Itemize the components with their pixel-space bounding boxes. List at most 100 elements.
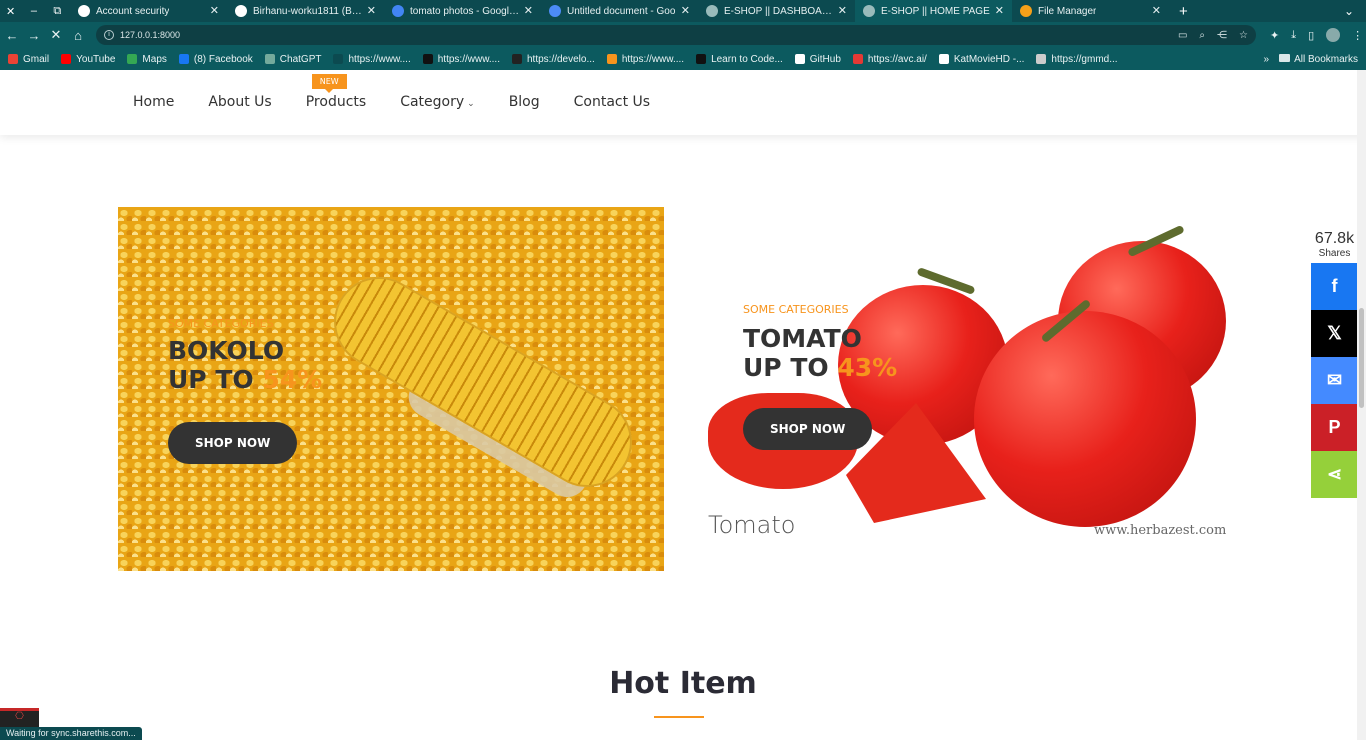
nav-blog[interactable]: Blog: [509, 94, 540, 110]
tomato-percent: 43%: [837, 353, 898, 382]
bookmark-label: KatMovieHD -...: [953, 53, 1025, 65]
bookmark-label: https://avc.ai/: [867, 53, 927, 65]
close-tab-icon[interactable]: ✕: [524, 4, 533, 17]
nav-home[interactable]: Home: [133, 94, 174, 110]
tomato-shop-now-button[interactable]: SHOP NOW: [743, 408, 873, 450]
section-title: Hot Item: [609, 666, 757, 701]
close-tab-icon[interactable]: ✕: [838, 4, 847, 17]
bookmark-favicon-icon: [1036, 54, 1047, 64]
close-tab-icon[interactable]: ✕: [1152, 4, 1161, 17]
back-icon[interactable]: ←: [2, 28, 22, 43]
tomato-banner-text: SOME CATEGORIES TOMATO UP TO 43% SHOP NO…: [743, 303, 897, 450]
tomato-title: TOMATO: [743, 324, 862, 353]
sharethis-share-button[interactable]: ⋖: [1311, 451, 1358, 498]
close-tab-icon[interactable]: ✕: [995, 4, 1004, 17]
bookmark-item[interactable]: YouTube: [61, 54, 115, 65]
nav-blog-label: Blog: [508, 94, 540, 110]
tomato-image-caption: Tomato: [708, 511, 796, 539]
close-window-icon[interactable]: ✕: [6, 5, 15, 18]
close-tab-icon[interactable]: ✕: [681, 4, 690, 17]
main-navigation: Home About Us NEW Products Category ⌄ Blo…: [133, 74, 650, 110]
bookmark-item[interactable]: https://develo...: [511, 54, 595, 65]
close-tab-icon[interactable]: ✕: [210, 4, 219, 17]
tomato-banner: SOME CATEGORIES TOMATO UP TO 43% SHOP NO…: [706, 207, 1230, 547]
browser-tab[interactable]: E-SHOP || HOME PAGE ✕: [855, 0, 1012, 22]
messenger-share-button[interactable]: ✉: [1311, 357, 1358, 404]
browser-menu-icon[interactable]: ⋮: [1352, 29, 1363, 42]
bookmark-item[interactable]: https://www....: [422, 54, 500, 65]
corn-title: BOKOLO: [168, 336, 285, 365]
nav-products-label: Products: [305, 94, 367, 110]
bookmark-item[interactable]: https://www....: [606, 54, 684, 65]
tab-search-icon[interactable]: ⌄: [1344, 4, 1366, 18]
nav-category-label: Category: [400, 94, 465, 110]
stop-loading-icon[interactable]: ✕: [46, 27, 66, 43]
status-bar: Waiting for sync.sharethis.com...: [0, 727, 142, 740]
zoom-icon[interactable]: ⌕: [1199, 30, 1205, 41]
globe-icon: [863, 5, 875, 17]
site-info-icon[interactable]: i: [104, 30, 114, 40]
x-share-button[interactable]: 𝕏: [1311, 310, 1358, 357]
bookmark-label: Learn to Code...: [711, 53, 783, 65]
address-bar[interactable]: i 127.0.0.1:8000 ▭ ⌕ ⋲ ☆: [96, 25, 1256, 45]
bookmark-item[interactable]: https://avc.ai/: [852, 53, 927, 65]
nav-contact-us[interactable]: Contact Us: [574, 94, 650, 110]
browser-tab[interactable]: Untitled document - Goo ✕: [541, 0, 698, 22]
bookmark-item[interactable]: ChatGPT: [264, 53, 322, 65]
bookmark-item[interactable]: GitHub: [794, 54, 841, 65]
forward-icon[interactable]: →: [24, 28, 44, 43]
bookmark-item[interactable]: https://gmmd...: [1036, 54, 1118, 65]
corn-subtitle: SOME CATEGORIES: [168, 317, 274, 330]
nav-about-label: About Us: [208, 94, 272, 110]
window-controls: ✕ – ⧉: [0, 5, 70, 18]
facebook-share-button[interactable]: f: [1311, 263, 1358, 310]
bookmark-item[interactable]: Learn to Code...: [696, 54, 783, 65]
new-tab-button[interactable]: +: [1169, 3, 1198, 20]
bookmark-item[interactable]: https://www....: [333, 54, 411, 65]
bookmark-item[interactable]: Maps: [127, 54, 167, 65]
pinterest-share-button[interactable]: P: [1311, 404, 1358, 451]
minimize-window-icon[interactable]: –: [29, 5, 38, 17]
browser-tab[interactable]: Birhanu-worku1811 (Birh ✕: [227, 0, 384, 22]
share-bar: 67.8k Shares f 𝕏 ✉ P ⋖: [1311, 230, 1358, 498]
tab-title: Birhanu-worku1811 (Birh: [253, 5, 362, 17]
browser-tab[interactable]: E-SHOP || DASHBOARD ✕: [698, 0, 855, 22]
docs-icon: [549, 5, 561, 17]
section-title-underline: [654, 716, 704, 718]
messenger-icon: ✉: [1326, 370, 1343, 390]
share-page-icon[interactable]: ⋲: [1217, 30, 1227, 41]
all-bookmarks-button[interactable]: All Bookmarks: [1279, 53, 1358, 65]
globe-icon: [706, 5, 718, 17]
close-tab-icon[interactable]: ✕: [367, 4, 376, 17]
bookmark-favicon-icon: [127, 54, 138, 64]
bookmark-star-icon[interactable]: ☆: [1239, 30, 1248, 41]
home-icon[interactable]: ⌂: [68, 28, 88, 43]
bookmark-label: ChatGPT: [279, 53, 322, 65]
corn-shop-now-button[interactable]: SHOP NOW: [168, 422, 298, 464]
restore-window-icon[interactable]: ⧉: [53, 5, 62, 18]
side-panel-icon[interactable]: ▯: [1308, 29, 1314, 42]
tab-title: Account security: [96, 5, 170, 17]
nav-about-us[interactable]: About Us: [208, 94, 271, 110]
bookmark-item[interactable]: KatMovieHD -...: [938, 53, 1025, 65]
google-icon: [392, 5, 404, 17]
corn-banner: SOME CATEGORIES BOKOLO UP TO 54% SHOP NO…: [118, 207, 664, 571]
profile-avatar[interactable]: [1326, 28, 1341, 42]
site-header: Home About Us NEW Products Category ⌄ Blo…: [0, 70, 1366, 135]
nav-category[interactable]: Category ⌄: [400, 94, 475, 110]
bookmark-item[interactable]: (8) Facebook: [178, 54, 253, 65]
page-scrollbar[interactable]: [1357, 70, 1366, 740]
more-bookmarks-icon[interactable]: »: [1264, 54, 1270, 65]
browser-tab[interactable]: tomato photos - Google S ✕: [384, 0, 541, 22]
extensions-icon[interactable]: ✦: [1270, 29, 1279, 42]
browser-tab[interactable]: File Manager ✕: [1012, 0, 1169, 22]
scrollbar-thumb[interactable]: [1359, 308, 1364, 408]
bookmark-item[interactable]: Gmail: [8, 54, 49, 65]
sharethis-mini-widget[interactable]: ⎔: [0, 708, 39, 727]
download-icon[interactable]: ⤓: [1291, 29, 1296, 42]
tab-title: tomato photos - Google S: [410, 5, 519, 17]
browser-tab[interactable]: Account security ✕: [70, 0, 227, 22]
install-app-icon[interactable]: ▭: [1178, 30, 1187, 41]
nav-products[interactable]: NEW Products: [305, 74, 367, 110]
tab-title: File Manager: [1038, 5, 1097, 17]
